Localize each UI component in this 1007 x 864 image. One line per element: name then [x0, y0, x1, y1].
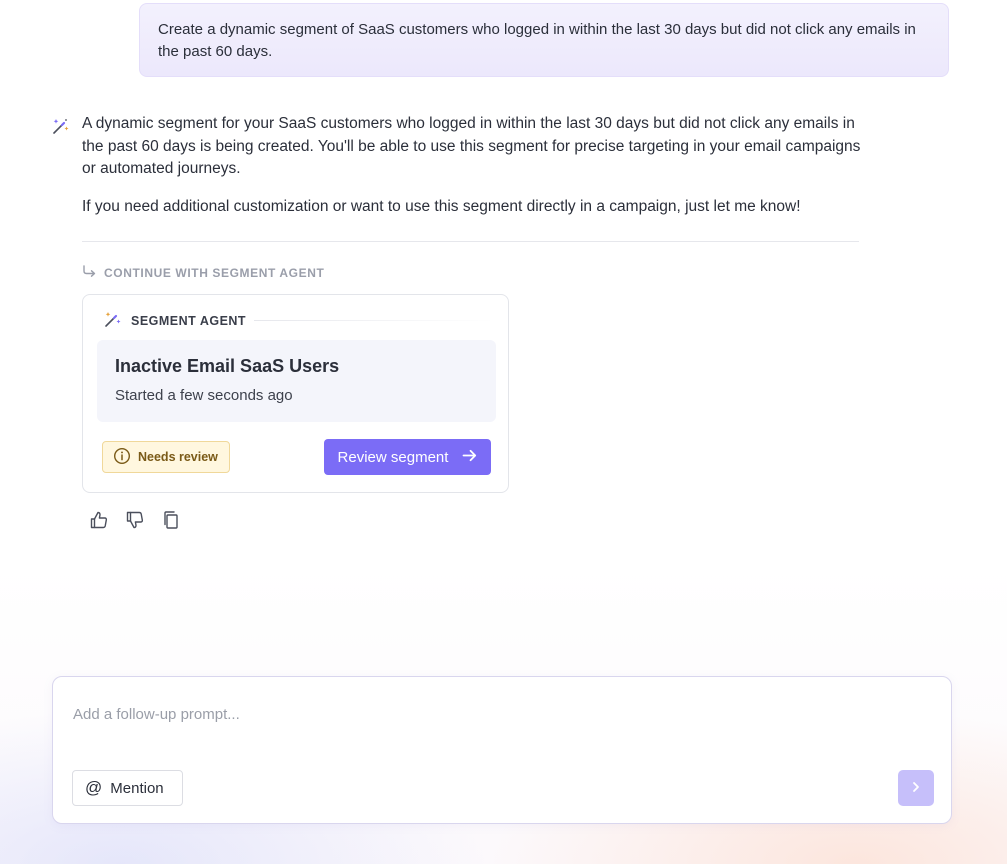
magic-wand-sparkle-icon [103, 309, 123, 332]
info-circle-icon [113, 447, 131, 468]
message-divider [82, 241, 859, 242]
review-segment-label: Review segment [337, 448, 449, 466]
return-arrow-icon [82, 265, 97, 281]
status-badge: Needs review [102, 441, 230, 473]
agent-card-header: SEGMENT AGENT [103, 309, 494, 332]
at-sign-icon: @ [85, 778, 103, 797]
follow-up-prompt-input[interactable] [73, 701, 913, 727]
user-message-text: Create a dynamic segment of SaaS custome… [158, 21, 916, 60]
mention-button[interactable]: @ Mention [72, 770, 183, 806]
assistant-paragraph: A dynamic segment for your SaaS customer… [82, 115, 861, 177]
copy-icon[interactable] [161, 509, 181, 531]
follow-up-composer: @ Mention [52, 676, 952, 824]
segment-agent-card: SEGMENT AGENT Inactive Email SaaS Users … [82, 294, 509, 493]
review-segment-button[interactable]: Review segment [324, 439, 491, 475]
feedback-actions [89, 509, 181, 531]
thumbs-up-icon[interactable] [89, 509, 109, 531]
magic-wand-sparkle-icon [51, 116, 71, 136]
agent-card-header-label: SEGMENT AGENT [131, 313, 247, 328]
assistant-message: A dynamic segment for your SaaS customer… [82, 113, 862, 218]
agent-card-body: Inactive Email SaaS Users Started a few … [97, 340, 496, 422]
arrow-right-icon [462, 449, 477, 466]
mention-label: Mention [110, 779, 164, 797]
chevron-right-icon [910, 781, 922, 796]
thumbs-down-icon[interactable] [125, 509, 145, 531]
user-message-bubble: Create a dynamic segment of SaaS custome… [139, 3, 949, 77]
segment-started-time: Started a few seconds ago [115, 387, 293, 404]
send-button[interactable] [898, 770, 934, 806]
continue-with-segment-agent: CONTINUE WITH SEGMENT AGENT [82, 265, 324, 281]
segment-title: Inactive Email SaaS Users [115, 356, 340, 376]
status-badge-label: Needs review [138, 450, 218, 464]
assistant-paragraph: If you need additional customization or … [82, 197, 801, 215]
header-line [254, 320, 494, 321]
continue-label: CONTINUE WITH SEGMENT AGENT [104, 266, 325, 280]
